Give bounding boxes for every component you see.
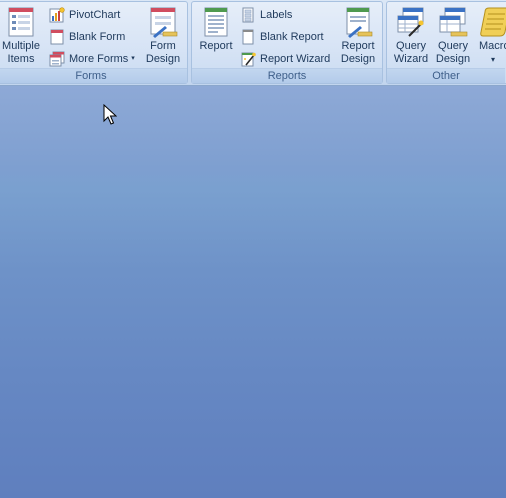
multiple-items-label-line1: Multiple (2, 40, 40, 52)
query-design-button[interactable]: Query Design (433, 6, 473, 66)
mouse-cursor-icon (103, 103, 118, 126)
report-design-label-line1: Report (341, 40, 375, 52)
pivotchart-icon (49, 7, 65, 23)
form-design-label-line1: Form (150, 40, 176, 52)
reports-group: Report Labels Blank Report Report Wizard… (191, 1, 383, 84)
report-button[interactable]: Report (196, 6, 236, 53)
query-design-icon (437, 6, 469, 38)
more-forms-icon (49, 51, 65, 67)
reports-group-title: Reports (192, 68, 382, 83)
form-design-label-line2: Design (145, 53, 181, 65)
forms-group: Multiple Items PivotChart Blank Form Mor… (0, 1, 188, 84)
other-group: Query Wizard Query Design Macr ▾ Other (386, 1, 506, 84)
more-forms-dropdown-arrow-icon[interactable]: ▾ (131, 55, 135, 62)
report-design-icon (342, 6, 374, 38)
form-design-icon (147, 6, 179, 38)
query-wizard-label-line1: Query (396, 40, 426, 52)
report-wizard-icon (240, 51, 256, 67)
multiple-items-label-line2: Items (7, 53, 35, 65)
macro-icon (479, 6, 506, 38)
labels-label: Labels (260, 9, 293, 21)
query-wizard-button[interactable]: Query Wizard (391, 6, 431, 66)
blank-report-icon (240, 29, 256, 45)
more-forms-text: More Forms (69, 53, 129, 65)
more-forms-label: More Forms ▾ (69, 49, 135, 69)
pivotchart-label: PivotChart (69, 9, 121, 21)
macro-text: Macro (479, 40, 506, 52)
other-group-title: Other (387, 68, 505, 83)
blank-form-icon (49, 29, 65, 45)
labels-icon (240, 7, 256, 23)
multiple-items-button[interactable]: Multiple Items (1, 6, 41, 66)
forms-group-title: Forms (0, 68, 187, 83)
query-wizard-label-line2: Wizard (393, 53, 429, 65)
blank-report-label: Blank Report (260, 31, 324, 43)
form-design-button[interactable]: Form Design (143, 6, 183, 66)
macro-label: Macro (475, 40, 506, 53)
macro-dropdown-arrow-icon[interactable]: ▾ (475, 53, 506, 66)
report-wizard-label: Report Wizard (260, 53, 331, 65)
blank-form-label: Blank Form (69, 31, 126, 43)
workspace-background (0, 86, 506, 498)
macro-button[interactable]: Macro ▾ (475, 6, 506, 66)
ribbon: Multiple Items PivotChart Blank Form Mor… (0, 0, 506, 86)
report-design-label-line2: Design (340, 53, 376, 65)
query-design-label-line1: Query (438, 40, 468, 52)
report-design-button[interactable]: Report Design (338, 6, 378, 66)
query-design-label-line2: Design (435, 53, 471, 65)
query-wizard-icon (395, 6, 427, 38)
multiple-items-icon (5, 6, 37, 38)
report-label: Report (199, 40, 233, 52)
report-icon (200, 6, 232, 38)
